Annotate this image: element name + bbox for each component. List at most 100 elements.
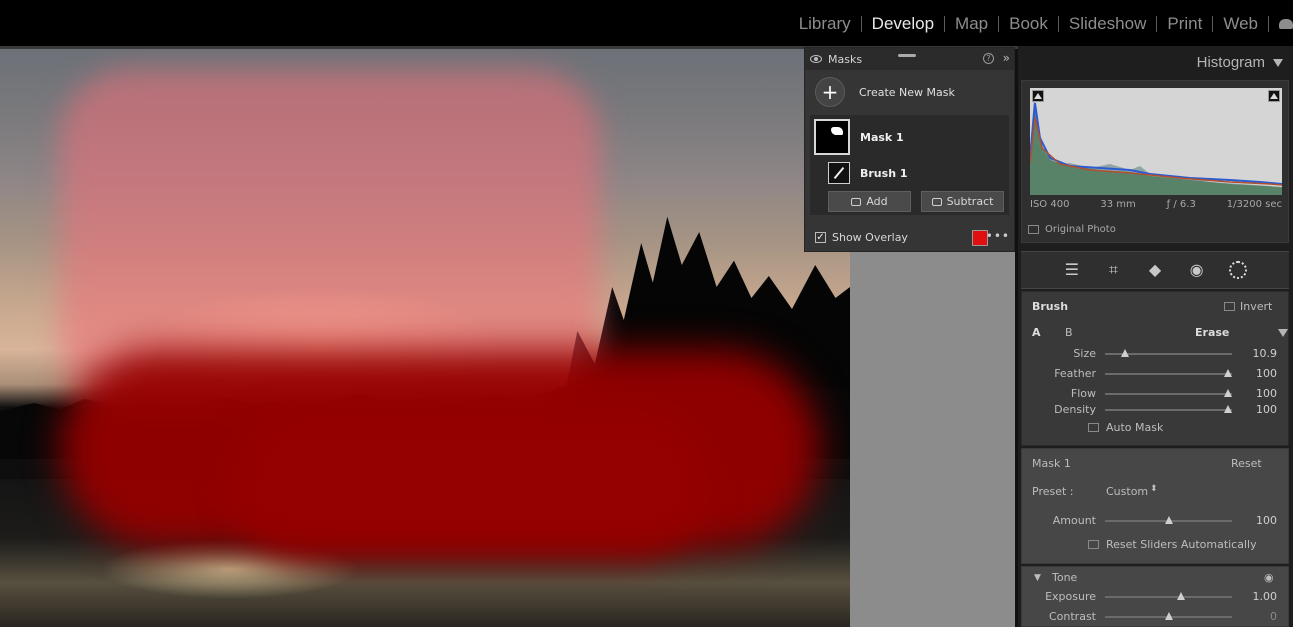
tone-section: ▼ Tone ◉ Exposure 1.00 Contrast 0 <box>1021 566 1289 627</box>
brush-tab-b[interactable]: B <box>1065 326 1073 339</box>
mask-settings-title: Mask 1 <box>1032 457 1071 470</box>
preset-label: Preset : <box>1032 485 1074 498</box>
flow-slider[interactable]: Flow 100 <box>1022 386 1290 402</box>
histogram-panel: ISO 400 33 mm ƒ / 6.3 1/3200 sec Origina… <box>1021 80 1289 243</box>
original-photo-icon <box>1028 225 1039 234</box>
tone-collapse-icon[interactable]: ▼ <box>1034 573 1041 583</box>
cloud-icon[interactable] <box>1279 19 1293 29</box>
module-library[interactable]: Library <box>789 14 861 34</box>
brush-title: Brush <box>1032 300 1069 313</box>
collapse-icon[interactable]: » <box>1003 51 1010 65</box>
histogram-header[interactable]: Histogram <box>1197 54 1283 71</box>
original-photo-label: Original Photo <box>1045 224 1116 235</box>
slider-track[interactable] <box>1105 516 1232 524</box>
slider-track[interactable] <box>1105 389 1233 397</box>
tone-visibility-icon[interactable]: ◉ <box>1264 571 1274 584</box>
show-overlay-row: ✓ Show Overlay ••• <box>805 224 1016 250</box>
slider-label: Exposure <box>1045 590 1096 603</box>
help-icon[interactable]: ? <box>983 53 994 64</box>
aperture-value: ƒ / 6.3 <box>1166 199 1196 210</box>
create-new-mask-button[interactable]: + Create New Mask <box>805 70 1014 114</box>
subtract-mask-icon <box>931 197 942 206</box>
slider-value[interactable]: 100 <box>1256 403 1277 416</box>
slider-value[interactable]: 0 <box>1270 610 1277 623</box>
slider-track[interactable] <box>1105 369 1233 377</box>
erase-label[interactable]: Erase <box>1195 326 1229 339</box>
reset-sliders-checkbox[interactable] <box>1088 540 1099 549</box>
crop-icon[interactable]: ⌗ <box>1104 261 1122 279</box>
histogram-title: Histogram <box>1196 54 1265 71</box>
amount-label: Amount <box>1052 514 1096 527</box>
focal-length-value: 33 mm <box>1100 199 1136 210</box>
slider-track[interactable] <box>1105 612 1232 620</box>
module-print[interactable]: Print <box>1157 14 1212 34</box>
amount-value[interactable]: 100 <box>1256 514 1277 527</box>
tone-title[interactable]: Tone <box>1052 571 1077 584</box>
add-mask-icon <box>851 197 862 206</box>
slider-track[interactable] <box>1105 592 1232 600</box>
slider-thumb[interactable] <box>1164 516 1173 524</box>
reset-sliders-label: Reset Sliders Automatically <box>1106 538 1257 551</box>
module-slideshow[interactable]: Slideshow <box>1059 14 1157 34</box>
masks-panel: Masks ? » + Create New Mask Mask 1 Brush… <box>804 47 1015 252</box>
size-slider[interactable]: Size 10.9 <box>1022 346 1290 362</box>
slider-thumb[interactable] <box>1224 389 1233 397</box>
drag-handle-icon[interactable] <box>898 54 916 57</box>
masks-title: Masks <box>828 52 863 66</box>
amount-slider[interactable]: Amount 100 <box>1022 513 1290 529</box>
mask-thumbnail <box>814 119 850 155</box>
brush-tab-a[interactable]: A <box>1032 326 1041 339</box>
photo-canvas[interactable] <box>0 49 850 627</box>
preset-stepper-icon[interactable]: ⬍ <box>1150 484 1158 494</box>
invert-checkbox[interactable] <box>1224 302 1235 311</box>
show-overlay-label: Show Overlay <box>832 230 908 244</box>
mask-settings-section: Mask 1 Reset Preset : Custom ⬍ Amount 10… <box>1021 448 1289 564</box>
reset-button[interactable]: Reset <box>1231 457 1262 470</box>
shutter-value: 1/3200 sec <box>1226 199 1282 210</box>
slider-thumb[interactable] <box>1224 405 1233 413</box>
subtract-button[interactable]: Subtract <box>921 191 1004 212</box>
eye-icon[interactable] <box>810 55 822 63</box>
add-button[interactable]: Add <box>828 191 911 212</box>
highlight-clipping-icon[interactable] <box>1268 90 1280 102</box>
show-overlay-checkbox[interactable]: ✓ <box>815 231 826 243</box>
mask-item[interactable]: Mask 1 <box>814 119 904 155</box>
feather-slider[interactable]: Feather 100 <box>1022 366 1290 382</box>
slider-track[interactable] <box>1105 349 1232 357</box>
original-photo-toggle[interactable]: Original Photo <box>1028 224 1116 235</box>
slider-value[interactable]: 1.00 <box>1253 590 1278 603</box>
create-mask-label: Create New Mask <box>859 85 955 99</box>
brush-menu-icon[interactable] <box>1278 329 1288 337</box>
brush-component[interactable]: Brush 1 <box>828 162 908 184</box>
collapse-triangle-icon[interactable] <box>1273 58 1283 67</box>
slider-thumb[interactable] <box>1164 612 1173 620</box>
slider-value[interactable]: 10.9 <box>1253 347 1278 360</box>
module-web[interactable]: Web <box>1213 14 1268 34</box>
slider-thumb[interactable] <box>1177 592 1186 600</box>
slider-value[interactable]: 100 <box>1256 367 1277 380</box>
mask-list: Mask 1 Brush 1 Add Subtract <box>810 115 1009 215</box>
slider-thumb[interactable] <box>1224 369 1233 377</box>
more-options-icon[interactable]: ••• <box>986 229 1010 243</box>
exposure-slider[interactable]: Exposure 1.00 <box>1022 589 1290 605</box>
module-develop[interactable]: Develop <box>862 14 944 34</box>
redeye-icon[interactable]: ◉ <box>1188 261 1206 279</box>
contrast-slider[interactable]: Contrast 0 <box>1022 609 1290 625</box>
brush-section: Brush Invert A B Erase Size 10.9 Feather… <box>1021 291 1289 446</box>
module-book[interactable]: Book <box>999 14 1058 34</box>
density-slider[interactable]: Density 100 <box>1022 402 1290 418</box>
slider-label: Feather <box>1054 367 1096 380</box>
brush-name: Brush 1 <box>860 166 908 180</box>
slider-label: Size <box>1073 347 1096 360</box>
slider-value[interactable]: 100 <box>1256 387 1277 400</box>
module-map[interactable]: Map <box>945 14 998 34</box>
masks-header[interactable]: Masks ? » <box>805 48 1014 70</box>
masking-icon[interactable] <box>1229 261 1248 279</box>
slider-thumb[interactable] <box>1121 349 1130 357</box>
preset-dropdown[interactable]: Custom <box>1106 485 1148 498</box>
sliders-icon[interactable]: ☰ <box>1063 261 1081 279</box>
slider-track[interactable] <box>1105 405 1233 413</box>
auto-mask-checkbox[interactable] <box>1088 423 1099 432</box>
shadow-clipping-icon[interactable] <box>1032 90 1044 102</box>
eraser-icon[interactable]: ◆ <box>1146 261 1164 279</box>
